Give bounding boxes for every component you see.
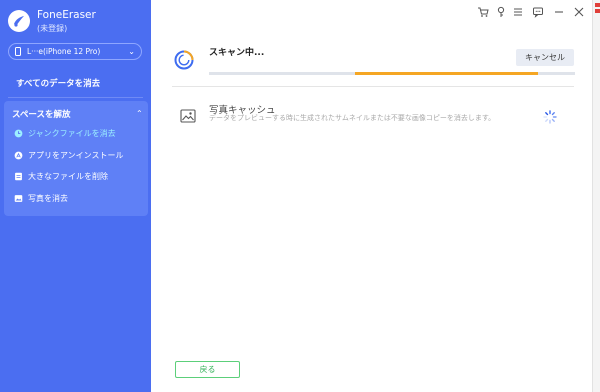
sidebar-item-label: ジャンクファイルを消去 <box>28 128 116 138</box>
scan-progress-icon <box>174 50 194 70</box>
key-icon[interactable] <box>495 6 507 18</box>
clock-icon <box>14 129 23 138</box>
loading-spinner-icon <box>543 109 557 124</box>
image-icon <box>180 108 196 123</box>
app-store-icon <box>14 151 23 160</box>
minimize-icon[interactable] <box>553 6 565 18</box>
device-selector[interactable]: L···e(iPhone 12 Pro) ⌄ <box>8 43 142 60</box>
file-icon <box>14 172 23 181</box>
sidebar: FoneEraser (未登録) L···e(iPhone 12 Pro) ⌄ … <box>0 0 151 392</box>
sidebar-item-large-files[interactable]: 大きなファイルを削除 <box>14 169 108 183</box>
scan-progress-bar <box>209 72 575 75</box>
content-divider <box>172 86 574 87</box>
menu-icon[interactable] <box>512 6 524 18</box>
edge-mark <box>595 3 600 7</box>
feedback-icon[interactable] <box>532 6 544 18</box>
result-item-description: データをプレビューする時に生成されたサムネイルまたは不要な画像コピーを消去します… <box>209 114 496 122</box>
chevron-down-icon: ⌄ <box>128 47 135 56</box>
chevron-up-icon[interactable]: ⌃ <box>136 109 143 118</box>
sidebar-item-label: アプリをアンインストール <box>28 150 124 160</box>
sidebar-item-erase-photos[interactable]: 写真を消去 <box>14 191 68 205</box>
photo-icon <box>14 194 23 203</box>
sidebar-item-label: 写真を消去 <box>28 193 68 203</box>
sidebar-divider <box>8 97 143 98</box>
app-name: FoneEraser <box>37 9 96 21</box>
nav-free-space[interactable]: スペースを解放 <box>12 108 70 120</box>
registration-status: (未登録) <box>37 24 68 33</box>
nav-erase-all-data[interactable]: すべてのデータを消去 <box>16 77 100 89</box>
scan-progress-fill <box>355 72 539 75</box>
close-icon[interactable] <box>573 6 585 18</box>
phone-icon <box>15 47 21 56</box>
cancel-button[interactable]: キャンセル <box>516 49 574 66</box>
sidebar-item-junk-files[interactable]: ジャンクファイルを消去 <box>14 126 116 140</box>
app-logo-icon <box>8 10 30 32</box>
back-button[interactable]: 戻る <box>175 361 240 378</box>
device-label: L···e(iPhone 12 Pro) <box>27 47 101 56</box>
edge-mark <box>595 9 600 13</box>
scan-status-title: スキャン中... <box>209 48 265 58</box>
right-edge-strip <box>592 0 600 392</box>
sidebar-item-label: 大きなファイルを削除 <box>28 171 108 181</box>
sidebar-item-uninstall-apps[interactable]: アプリをアンインストール <box>14 148 124 162</box>
cart-icon[interactable] <box>477 6 489 18</box>
